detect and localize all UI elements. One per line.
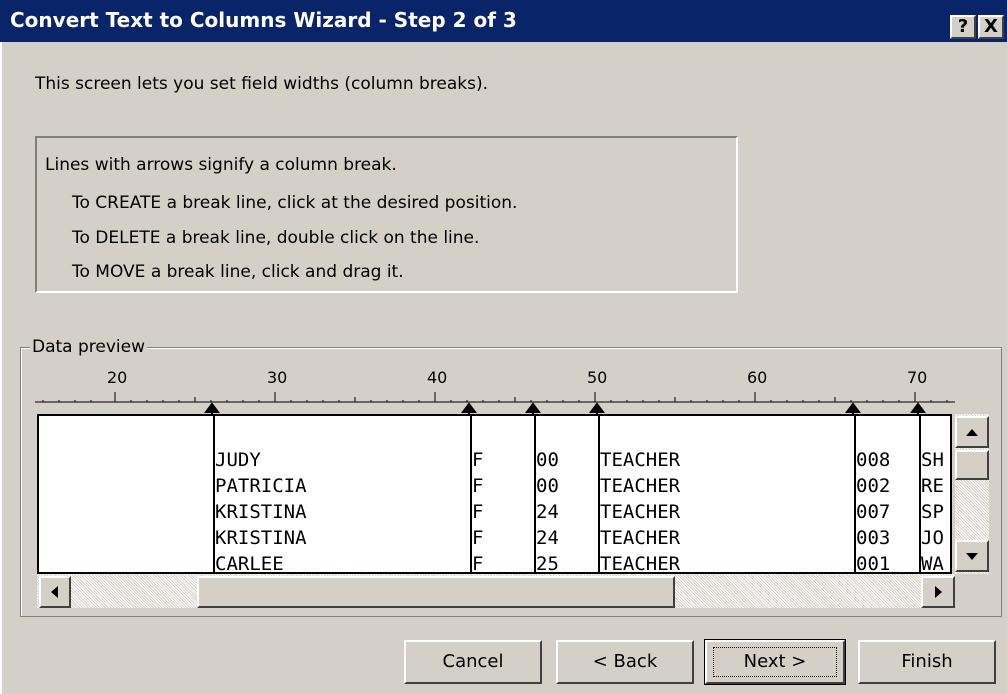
horizontal-scroll-thumb[interactable] <box>197 576 675 608</box>
preview-cell: 003 <box>856 527 891 549</box>
cancel-button[interactable]: Cancel <box>404 640 542 684</box>
preview-cell: 25 <box>536 553 559 574</box>
left-arrow-icon <box>51 586 58 598</box>
instruction-line: To DELETE a break line, double click on … <box>72 228 480 248</box>
instruction-line: To MOVE a break line, click and drag it. <box>72 262 404 282</box>
preview-cell: TEACHER <box>600 501 681 523</box>
ruler-ticks <box>35 392 955 416</box>
preview-cell: SH <box>921 449 944 471</box>
preview-cell: SP <box>921 501 944 523</box>
focus-indicator <box>713 647 837 677</box>
preview-cell: CARLEE <box>215 553 284 574</box>
data-preview[interactable]: JUDY F 00 TEACHER 008 SH PATRICIA F 00 T… <box>37 414 952 574</box>
close-button[interactable]: X <box>978 15 1004 39</box>
down-arrow-icon <box>966 553 978 560</box>
preview-cell: 007 <box>856 501 891 523</box>
preview-cell: TEACHER <box>600 449 681 471</box>
preview-cell: JUDY <box>215 449 261 471</box>
column-ruler[interactable]: 20 30 40 50 60 70 <box>35 360 955 416</box>
preview-cell: TEACHER <box>600 475 681 497</box>
preview-cell: F <box>472 527 484 549</box>
preview-cell: F <box>472 553 484 574</box>
scroll-down-button[interactable] <box>955 540 989 572</box>
preview-cell: 00 <box>536 449 559 471</box>
preview-cell: 001 <box>856 553 891 574</box>
preview-cell: JO <box>921 527 944 549</box>
preview-cell: 24 <box>536 501 559 523</box>
preview-cell: TEACHER <box>600 527 681 549</box>
data-preview-label: Data preview <box>30 337 148 357</box>
scroll-right-button[interactable] <box>921 576 955 608</box>
preview-cell: WA <box>921 553 944 574</box>
up-arrow-icon <box>966 429 978 436</box>
preview-cell: F <box>472 449 484 471</box>
next-button[interactable]: Next > <box>704 639 846 685</box>
finish-button[interactable]: Finish <box>858 640 996 684</box>
preview-cell: RE <box>921 475 944 497</box>
preview-cell: F <box>472 501 484 523</box>
instruction-line: To CREATE a break line, click at the des… <box>72 193 518 213</box>
intro-text: This screen lets you set field widths (c… <box>35 74 489 94</box>
preview-cell: 24 <box>536 527 559 549</box>
preview-cell: 008 <box>856 449 891 471</box>
instruction-line: Lines with arrows signify a column break… <box>45 155 397 175</box>
help-button[interactable]: ? <box>950 15 976 39</box>
preview-cell: KRISTINA <box>215 527 307 549</box>
back-button[interactable]: < Back <box>556 640 694 684</box>
horizontal-scrollbar[interactable] <box>37 574 955 608</box>
window-title: Convert Text to Columns Wizard - Step 2 … <box>10 8 517 32</box>
preview-cell: KRISTINA <box>215 501 307 523</box>
preview-cell: PATRICIA <box>215 475 307 497</box>
vertical-scrollbar[interactable] <box>955 414 989 574</box>
preview-cell: 00 <box>536 475 559 497</box>
scroll-left-button[interactable] <box>39 576 71 608</box>
preview-cell: TEACHER <box>600 553 681 574</box>
preview-cell: F <box>472 475 484 497</box>
scroll-up-button[interactable] <box>955 416 989 448</box>
title-bar: Convert Text to Columns Wizard - Step 2 … <box>0 0 1007 42</box>
vertical-scroll-thumb[interactable] <box>955 450 989 480</box>
right-arrow-icon <box>935 586 942 598</box>
preview-cell: 002 <box>856 475 891 497</box>
